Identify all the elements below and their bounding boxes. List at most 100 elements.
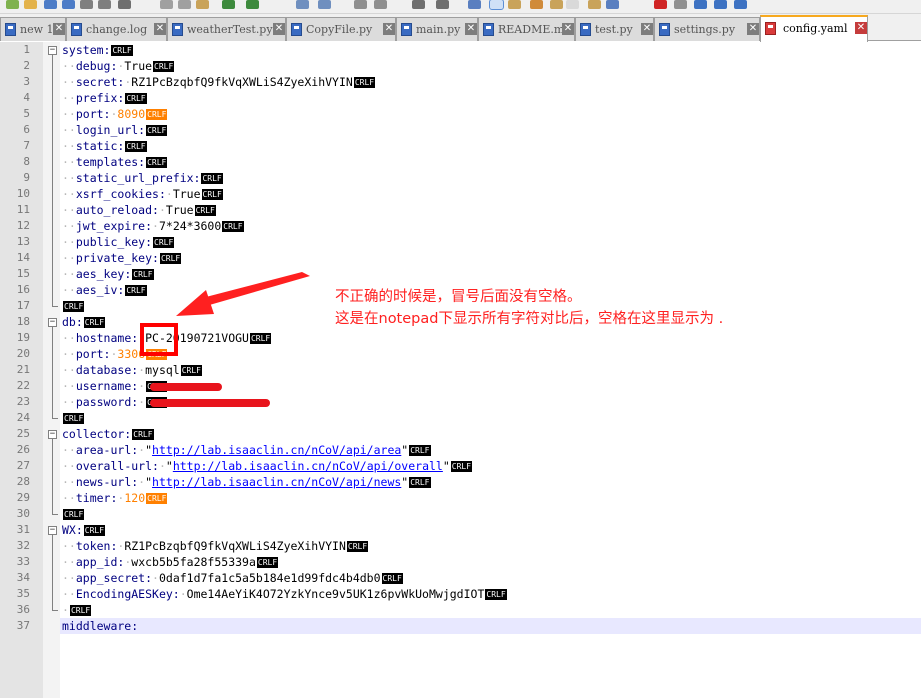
- tab-close-icon[interactable]: ✕: [747, 23, 759, 35]
- close-icon[interactable]: [80, 0, 93, 9]
- code-line[interactable]: 2 ··debug:·True CRLF: [0, 58, 921, 74]
- tab-new-1[interactable]: new 1 ✕: [0, 17, 66, 41]
- tab-weathertest-py[interactable]: weatherTest.py ✕: [167, 17, 286, 41]
- yaml-url-value[interactable]: http://lab.isaaclin.cn/nCoV/api/area: [152, 443, 401, 457]
- show-all-chars-icon[interactable]: [489, 0, 504, 10]
- stop-icon[interactable]: [674, 0, 687, 9]
- copy-icon[interactable]: [178, 0, 191, 9]
- tab-close-icon[interactable]: ✕: [855, 22, 867, 34]
- save-all-icon[interactable]: [62, 0, 75, 9]
- yaml-key: auto_reload:: [75, 203, 159, 217]
- code-line[interactable]: 25 collector: CRLF: [0, 426, 921, 442]
- tab-main-py[interactable]: main.py ✕: [396, 17, 478, 41]
- open-file-icon[interactable]: [24, 0, 37, 9]
- tab-test-py[interactable]: test.py ✕: [575, 17, 654, 41]
- fold-toggle-icon[interactable]: −: [48, 430, 57, 439]
- code-line[interactable]: 35 ··EncodingAESKey:·Ome14AeYiK4O72YzkYnc…: [0, 586, 921, 602]
- lang-icon[interactable]: [530, 0, 543, 9]
- code-line[interactable]: 21 ··database:·mysql CRLF: [0, 362, 921, 378]
- tab-close-icon[interactable]: ✕: [641, 23, 653, 35]
- indent-guide-icon[interactable]: [508, 0, 521, 9]
- code-line[interactable]: 28 ··news-url:·"http://lab.isaaclin.cn/nC…: [0, 474, 921, 490]
- folder-icon[interactable]: [588, 0, 601, 9]
- code-line[interactable]: 11 ··auto_reload:·True CRLF: [0, 202, 921, 218]
- tab-copyfile-py[interactable]: CopyFile.py ✕: [286, 17, 396, 41]
- code-line[interactable]: 10 ··xsrf_cookies:·True CRLF: [0, 186, 921, 202]
- tab-close-icon[interactable]: ✕: [273, 23, 285, 35]
- tab-settings-py[interactable]: settings.py ✕: [654, 17, 760, 41]
- tab-close-icon[interactable]: ✕: [562, 23, 574, 35]
- paste-icon[interactable]: [196, 0, 209, 9]
- code-line[interactable]: 24 CRLF: [0, 410, 921, 426]
- redo-icon[interactable]: [246, 0, 259, 9]
- func-list-icon[interactable]: [566, 0, 579, 9]
- code-line[interactable]: 31 WX: CRLF: [0, 522, 921, 538]
- line-number: 35: [16, 587, 30, 600]
- new-file-icon[interactable]: [6, 0, 19, 9]
- print-icon[interactable]: [118, 0, 131, 9]
- sync-h-icon[interactable]: [436, 0, 449, 9]
- code-line[interactable]: 4 ··prefix: CRLF: [0, 90, 921, 106]
- replace-icon[interactable]: [318, 0, 331, 9]
- code-line[interactable]: 6 ··login_url: CRLF: [0, 122, 921, 138]
- code-line[interactable]: 33 ··app_id:·wxcb5b5fa28f55339a CRLF: [0, 554, 921, 570]
- code-line[interactable]: 9 ··static_url_prefix: CRLF: [0, 170, 921, 186]
- wrap-icon[interactable]: [468, 0, 481, 9]
- doc-map-icon[interactable]: [550, 0, 563, 9]
- code-line[interactable]: 12 ··jwt_expire:·7*24*3600 CRLF: [0, 218, 921, 234]
- find-icon[interactable]: [296, 0, 309, 9]
- sync-v-icon[interactable]: [412, 0, 425, 9]
- whitespace-marker: ··: [62, 331, 76, 345]
- line-text: ··templates: CRLF: [62, 154, 168, 170]
- save-macro-icon[interactable]: [734, 0, 747, 9]
- fold-toggle-icon[interactable]: −: [48, 526, 57, 535]
- save-icon[interactable]: [44, 0, 57, 9]
- code-line[interactable]: 7 ··static: CRLF: [0, 138, 921, 154]
- tab-readme-md[interactable]: README.md ✕: [478, 17, 575, 41]
- code-line[interactable]: 32 ··token:·RZ1PcBzqbfQ9fkVqXWLiS4ZyeXihV…: [0, 538, 921, 554]
- code-line[interactable]: 29 ··timer:·120 CRLF: [0, 490, 921, 506]
- code-line[interactable]: 22··username:·CRLF: [0, 378, 921, 394]
- close-all-icon[interactable]: [98, 0, 111, 9]
- code-line[interactable]: 8 ··templates: CRLF: [0, 154, 921, 170]
- code-line[interactable]: 27 ··overall-url:·"http://lab.isaaclin.cn…: [0, 458, 921, 474]
- zoom-in-icon[interactable]: [354, 0, 367, 9]
- code-line[interactable]: 1 system: CRLF: [0, 42, 921, 58]
- tab-close-icon[interactable]: ✕: [383, 23, 395, 35]
- tab-close-icon[interactable]: ✕: [53, 23, 65, 35]
- code-line[interactable]: 37 middleware:: [0, 618, 921, 634]
- whitespace-marker: ··: [62, 363, 76, 377]
- code-line[interactable]: 3 ··secret:·RZ1PcBzqbfQ9fkVqXWLiS4ZyeXihV…: [0, 74, 921, 90]
- play-icon[interactable]: [694, 0, 707, 9]
- fold-toggle-icon[interactable]: −: [48, 318, 57, 327]
- play-multi-icon[interactable]: [714, 0, 727, 9]
- code-line[interactable]: 36 · CRLF: [0, 602, 921, 618]
- unsaved-file-icon: [765, 22, 776, 35]
- code-line[interactable]: 20 ··port:·3306 CRLF: [0, 346, 921, 362]
- monitor-icon[interactable]: [606, 0, 619, 9]
- eol-marker: CRLF: [249, 333, 272, 344]
- zoom-out-icon[interactable]: [374, 0, 387, 9]
- yaml-url-value[interactable]: http://lab.isaaclin.cn/nCoV/api/news: [152, 475, 401, 489]
- code-line[interactable]: 26 ··area-url:·"http://lab.isaaclin.cn/nC…: [0, 442, 921, 458]
- tab-close-icon[interactable]: ✕: [465, 23, 477, 35]
- fold-toggle-icon[interactable]: −: [48, 46, 57, 55]
- code-line[interactable]: 14 ··private_key: CRLF: [0, 250, 921, 266]
- tab-config-yaml[interactable]: config.yaml ✕: [760, 15, 868, 42]
- code-line[interactable]: 23··password:·CRLF: [0, 394, 921, 410]
- tab-close-icon[interactable]: ✕: [154, 23, 166, 35]
- tab-change-log[interactable]: change.log ✕: [66, 17, 167, 41]
- code-line[interactable]: 5 ··port:·8090 CRLF: [0, 106, 921, 122]
- yaml-value: 8090: [117, 107, 146, 121]
- code-line[interactable]: 30 CRLF: [0, 506, 921, 522]
- record-icon[interactable]: [654, 0, 667, 9]
- cut-icon[interactable]: [160, 0, 173, 9]
- code-line[interactable]: 34 ··app_secret:·0daf1d7fa1c5a5b184e1d99f…: [0, 570, 921, 586]
- code-line[interactable]: 19 ··hostname:·PC-20190721VOGU CRLF: [0, 330, 921, 346]
- undo-icon[interactable]: [222, 0, 235, 9]
- fold-guide-line: [52, 55, 53, 306]
- code-line[interactable]: 15 ··aes_key: CRLF: [0, 266, 921, 282]
- line-text: ··auto_reload:·True CRLF: [62, 202, 216, 218]
- yaml-url-value[interactable]: http://lab.isaaclin.cn/nCoV/api/overall: [173, 459, 443, 473]
- code-line[interactable]: 13 ··public_key: CRLF: [0, 234, 921, 250]
